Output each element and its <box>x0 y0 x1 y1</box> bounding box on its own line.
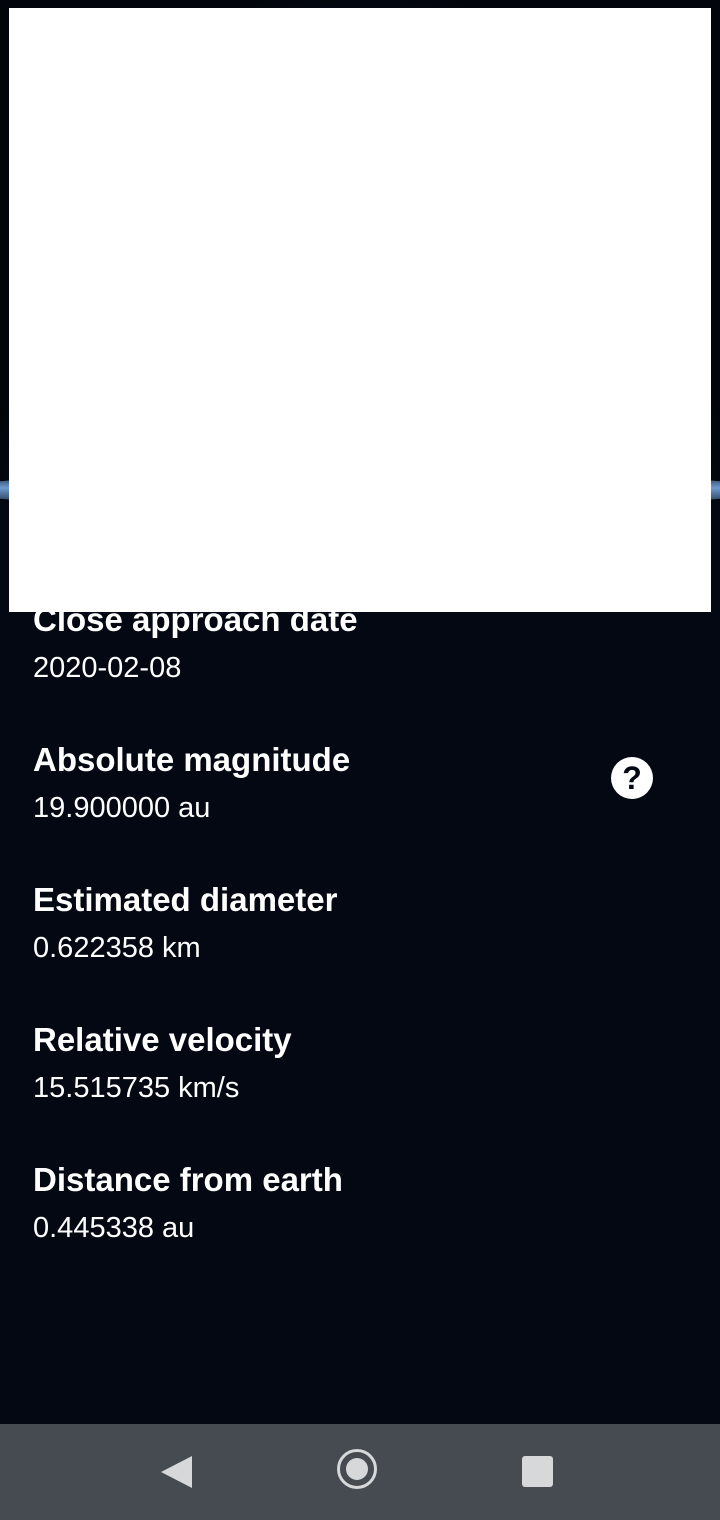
home-circle-inner <box>346 1458 368 1480</box>
field-value: 0.445338 au <box>33 1212 195 1244</box>
field-label: Close approach date <box>33 601 358 638</box>
asteroid-detail-screen: Close approach date 2020-02-08 Absolute … <box>0 0 720 1520</box>
system-navigation-bar <box>0 1424 720 1520</box>
field-label: Distance from earth <box>33 1161 343 1198</box>
home-circle-icon[interactable] <box>337 1449 377 1489</box>
question-circle-icon[interactable]: ? <box>611 757 653 799</box>
field-distance-from-earth: Distance from earth 0.445338 au <box>33 1160 593 1248</box>
field-close-approach-date: Close approach date 2020-02-08 <box>33 600 593 688</box>
field-value: 2020-02-08 <box>33 652 182 684</box>
field-estimated-diameter: Estimated diameter 0.622358 km <box>33 880 593 968</box>
field-label: Relative velocity <box>33 1021 292 1058</box>
image-placeholder-card <box>9 8 711 612</box>
back-triangle-icon[interactable] <box>161 1456 192 1488</box>
recents-square-icon[interactable] <box>522 1456 553 1487</box>
field-label: Estimated diameter <box>33 881 338 918</box>
field-value: 0.622358 km <box>33 932 201 964</box>
field-value: 19.900000 au <box>33 792 211 824</box>
asteroid-details: Close approach date 2020-02-08 Absolute … <box>33 600 593 1248</box>
field-absolute-magnitude: Absolute magnitude 19.900000 au <box>33 740 593 828</box>
field-value: 15.515735 km/s <box>33 1072 240 1104</box>
field-relative-velocity: Relative velocity 15.515735 km/s <box>33 1020 593 1108</box>
field-label: Absolute magnitude <box>33 741 351 778</box>
